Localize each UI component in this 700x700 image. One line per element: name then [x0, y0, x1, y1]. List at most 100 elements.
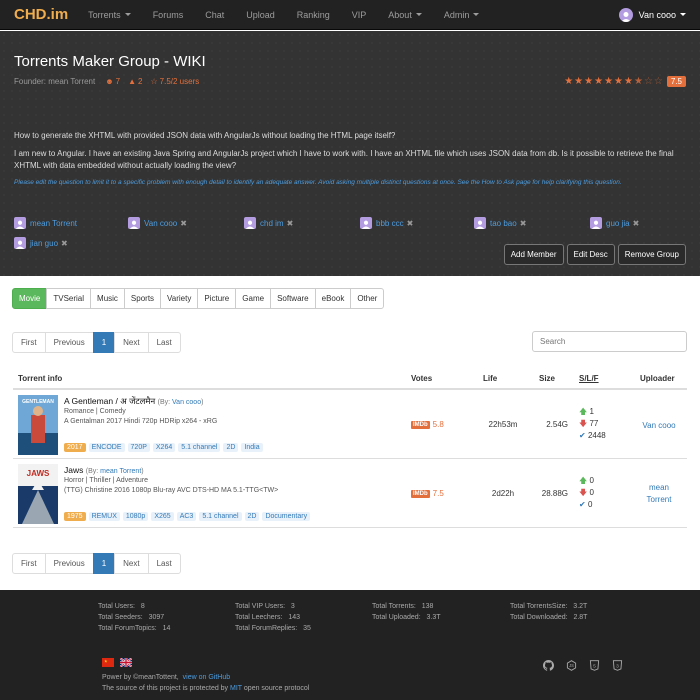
- by-user-link[interactable]: Van cooo: [172, 399, 201, 406]
- tab-music[interactable]: Music: [90, 288, 125, 309]
- nav-ranking[interactable]: Ranking: [297, 10, 330, 20]
- html5-icon[interactable]: 5: [589, 660, 600, 671]
- tab-software[interactable]: Software: [270, 288, 316, 309]
- star-icon[interactable]: ★: [634, 76, 643, 87]
- remove-member-icon[interactable]: ✖: [180, 219, 187, 228]
- search-input[interactable]: [532, 331, 687, 352]
- nav-chat[interactable]: Chat: [205, 10, 224, 20]
- page-last[interactable]: Last: [147, 332, 181, 353]
- mit-link[interactable]: MIT: [230, 685, 242, 692]
- tag[interactable]: 5.1 channel: [178, 443, 221, 452]
- tag-year[interactable]: 2017: [64, 443, 86, 452]
- member-item[interactable]: mean Torrent: [14, 217, 77, 229]
- github-icon[interactable]: [543, 660, 554, 671]
- by-user-link[interactable]: mean Torrent: [100, 468, 141, 475]
- tag[interactable]: 720P: [127, 443, 150, 452]
- remove-member-icon[interactable]: ✖: [520, 219, 527, 228]
- tab-tvserial[interactable]: TVSerial: [46, 288, 92, 309]
- nav-about[interactable]: About: [388, 10, 422, 20]
- tag[interactable]: India: [241, 443, 263, 452]
- star-icon[interactable]: ☆: [644, 76, 653, 87]
- member-item[interactable]: bbb ccc ✖: [360, 217, 413, 229]
- star-icon[interactable]: ★: [614, 76, 623, 87]
- member-item[interactable]: jian guo ✖: [14, 237, 68, 249]
- tag[interactable]: X264: [152, 443, 176, 452]
- tab-game[interactable]: Game: [235, 288, 272, 309]
- tab-movie[interactable]: Movie: [12, 288, 48, 309]
- member-item[interactable]: chd im ✖: [244, 217, 293, 229]
- nav-vip[interactable]: VIP: [352, 10, 367, 20]
- torrent-title-text[interactable]: Jaws: [64, 465, 83, 475]
- tag[interactable]: 5.1 channel: [199, 512, 242, 521]
- remove-member-icon[interactable]: ✖: [407, 219, 414, 228]
- category-tabs: Movie TVSerial Music Sports Variety Pict…: [12, 288, 385, 309]
- tab-variety[interactable]: Variety: [160, 288, 199, 309]
- uploader-name[interactable]: mean Torrent: [642, 482, 676, 506]
- edit-desc-button[interactable]: Edit Desc: [566, 244, 615, 265]
- star-rating[interactable]: ★ ★ ★ ★ ★ ★ ★ ★ ☆ ☆: [563, 76, 663, 87]
- tag[interactable]: AC3: [176, 512, 197, 521]
- torrent-title-text[interactable]: A Gentleman / अ जेंटलमैन: [64, 396, 155, 406]
- tab-sports[interactable]: Sports: [123, 288, 162, 309]
- tag[interactable]: REMUX: [88, 512, 120, 521]
- user-menu[interactable]: Van cooo: [618, 7, 686, 22]
- page-first[interactable]: First: [12, 553, 46, 574]
- star-icon[interactable]: ★: [624, 76, 633, 87]
- page-first[interactable]: First: [12, 332, 46, 353]
- uploader-link[interactable]: Van cooo: [631, 420, 687, 432]
- remove-group-button[interactable]: Remove Group: [617, 244, 686, 265]
- tag-year[interactable]: 1975: [64, 512, 86, 521]
- nav-upload[interactable]: Upload: [246, 10, 275, 20]
- nav-torrents[interactable]: Torrents: [88, 10, 131, 20]
- star-icon[interactable]: ★: [604, 76, 613, 87]
- page-current[interactable]: 1: [92, 332, 116, 353]
- movie-poster[interactable]: GENTLEMAN: [18, 395, 58, 455]
- add-member-button[interactable]: Add Member: [503, 244, 564, 265]
- col-slf[interactable]: S/L/F: [579, 374, 599, 383]
- brand-logo[interactable]: CHD.im: [14, 6, 68, 23]
- tag[interactable]: 1080p: [122, 512, 149, 521]
- tag[interactable]: Documentary: [262, 512, 311, 521]
- github-link[interactable]: view on GitHub: [183, 674, 230, 681]
- remove-member-icon[interactable]: ✖: [61, 239, 68, 248]
- star-icon[interactable]: ★: [574, 76, 583, 87]
- china-flag-icon[interactable]: ★: [102, 658, 114, 667]
- page-current[interactable]: 1: [92, 553, 116, 574]
- member-item[interactable]: guo jia ✖: [590, 217, 639, 229]
- movie-poster[interactable]: JAWS: [18, 464, 58, 524]
- member-item[interactable]: Van cooo ✖: [128, 217, 187, 229]
- tab-picture[interactable]: Picture: [197, 288, 237, 309]
- css3-icon[interactable]: 3: [612, 660, 623, 671]
- member-item[interactable]: tao bao ✖: [474, 217, 526, 229]
- table-row[interactable]: JAWS Jaws (By: mean Torrent) Horror | Th…: [13, 460, 687, 528]
- uploader-link[interactable]: mean Torrent: [631, 482, 687, 506]
- col-size[interactable]: Size: [539, 374, 555, 383]
- page-previous[interactable]: Previous: [44, 553, 94, 574]
- torrent-title[interactable]: A Gentleman / अ जेंटलमैन (By: Van cooo): [64, 396, 203, 407]
- remove-member-icon[interactable]: ✖: [287, 219, 294, 228]
- tag[interactable]: 2D: [244, 512, 260, 521]
- nodejs-icon[interactable]: JS: [566, 660, 577, 671]
- uk-flag-icon[interactable]: [120, 658, 132, 667]
- stat-a: 7: [115, 77, 121, 86]
- tab-ebook[interactable]: eBook: [314, 288, 352, 309]
- tag[interactable]: 2D: [223, 443, 239, 452]
- star-icon[interactable]: ★: [594, 76, 603, 87]
- tag[interactable]: X265: [151, 512, 174, 521]
- star-icon[interactable]: ☆: [654, 76, 663, 87]
- col-votes[interactable]: Votes: [411, 374, 432, 383]
- page-last[interactable]: Last: [147, 553, 181, 574]
- nav-admin[interactable]: Admin: [444, 10, 480, 20]
- col-life[interactable]: Life: [483, 374, 497, 383]
- nav-forums[interactable]: Forums: [153, 10, 184, 20]
- torrent-title[interactable]: Jaws (By: mean Torrent): [64, 465, 144, 475]
- tab-other[interactable]: Other: [350, 288, 385, 309]
- remove-member-icon[interactable]: ✖: [633, 219, 640, 228]
- star-icon[interactable]: ★: [564, 76, 573, 87]
- page-previous[interactable]: Previous: [44, 332, 94, 353]
- table-row[interactable]: GENTLEMAN A Gentleman / अ जेंटलमैन (By: …: [13, 391, 687, 459]
- page-next[interactable]: Next: [114, 332, 149, 353]
- star-icon[interactable]: ★: [584, 76, 593, 87]
- page-next[interactable]: Next: [114, 553, 149, 574]
- tag[interactable]: ENCODE: [88, 443, 125, 452]
